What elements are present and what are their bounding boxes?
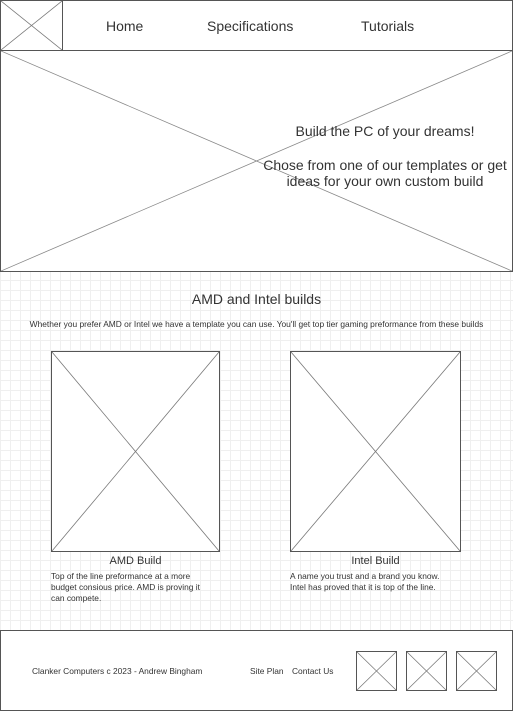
footer-site-plan-link[interactable]: Site Plan [250, 666, 284, 676]
hero-subline-1: Chose from one of our templates or get [263, 157, 507, 173]
footer-contact-link[interactable]: Contact Us [292, 666, 333, 676]
builds-section-title: AMD and Intel builds [191, 291, 322, 307]
amd-build-desc-line-3: can compete. [51, 593, 102, 603]
builds-intro-text: Whether you prefer AMD or Intel we have … [29, 319, 484, 329]
social-placeholder-icon-1[interactable] [356, 651, 397, 691]
hero-headline: Build the PC of your dreams! [295, 123, 475, 139]
social-placeholder-icon-3[interactable] [456, 651, 497, 691]
intel-build-image-icon[interactable] [290, 351, 461, 552]
amd-build-desc-line-2: budget consious price. AMD is proving it [51, 582, 200, 592]
footer-copyright: Clanker Computers c 2023 - Andrew Bingha… [32, 666, 203, 676]
intel-build-desc-line-2: Intel has proved that it is top of the l… [290, 582, 436, 592]
intel-build-title[interactable]: Intel Build [290, 555, 461, 567]
social-placeholder-icon-2[interactable] [406, 651, 447, 691]
nav-specifications-link[interactable]: Specifications [207, 18, 293, 34]
nav-home-link[interactable]: Home [106, 18, 143, 34]
nav-tutorials-link[interactable]: Tutorials [361, 18, 414, 34]
amd-build-image-icon[interactable] [51, 351, 220, 552]
hero-subline-2: ideas for your own custom build [286, 173, 484, 189]
amd-build-title[interactable]: AMD Build [51, 555, 220, 567]
amd-build-desc-line-1: Top of the line preformance at a more [51, 571, 191, 581]
logo-placeholder-icon[interactable] [0, 0, 63, 51]
intel-build-desc-line-1: A name you trust and a brand you know. [290, 571, 440, 581]
hero-banner: Build the PC of your dreams! Chose from … [0, 50, 513, 272]
nav-bar: Home Specifications Tutorials [0, 0, 513, 51]
footer: Clanker Computers c 2023 - Andrew Bingha… [0, 630, 513, 711]
